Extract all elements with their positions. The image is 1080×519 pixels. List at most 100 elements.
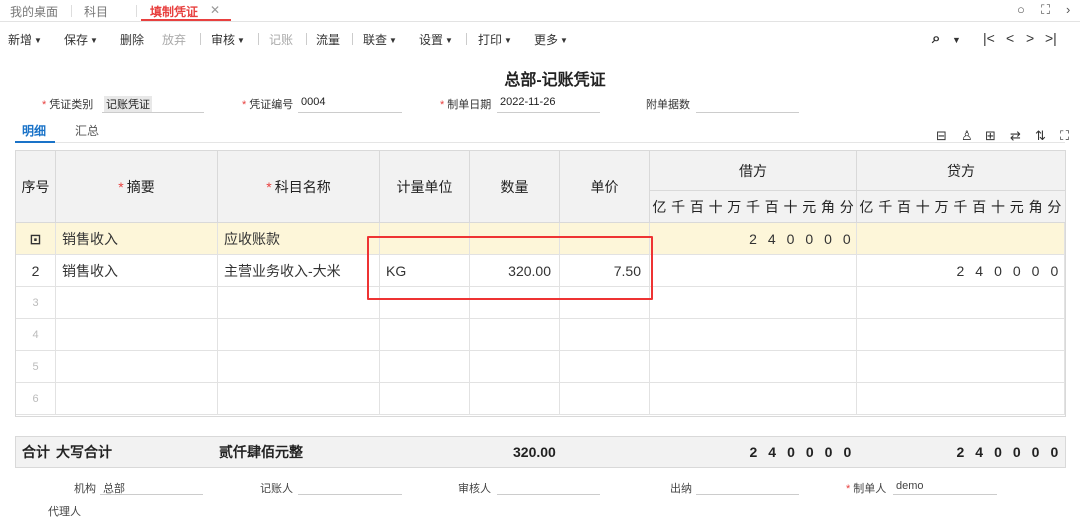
cell-account[interactable]	[218, 383, 380, 415]
cell-summary[interactable]	[56, 383, 218, 415]
voucher-type-input[interactable]: 记账凭证	[104, 96, 152, 112]
header-credit: 贷方	[857, 151, 1065, 191]
maker-value[interactable]: demo	[896, 480, 924, 492]
cell-debit[interactable]	[650, 287, 857, 319]
print-button[interactable]: 打印 ▼	[478, 31, 512, 48]
more-button[interactable]: 更多 ▼	[534, 31, 568, 48]
prev-page-icon[interactable]: <	[1006, 30, 1014, 46]
cell-account[interactable]: 应收账款	[218, 223, 380, 255]
cell-credit[interactable]	[857, 319, 1065, 351]
cell-debit[interactable]	[650, 319, 857, 351]
next-page-icon[interactable]: >	[1026, 30, 1034, 46]
cell-qty[interactable]	[470, 351, 560, 383]
cell-account[interactable]	[218, 287, 380, 319]
cell-credit[interactable]	[857, 383, 1065, 415]
voucher-date-input[interactable]: 2022-11-26	[500, 96, 555, 108]
cell-price[interactable]	[560, 383, 650, 415]
cell-debit[interactable]	[650, 383, 857, 415]
new-button[interactable]: 新增 ▼	[8, 31, 42, 48]
save-button[interactable]: 保存 ▼	[64, 31, 98, 48]
cell-debit[interactable]	[650, 255, 857, 287]
close-icon[interactable]: ✕	[210, 3, 220, 17]
table-row[interactable]: 4	[16, 319, 1065, 351]
flow-button[interactable]: 流量	[316, 31, 340, 48]
debit-digit-header: 元	[802, 198, 817, 215]
cell-seq[interactable]: 5	[16, 351, 56, 383]
search-icon[interactable]: ○	[1017, 2, 1025, 17]
amount-digit: 0	[824, 231, 832, 247]
delete-button[interactable]: 删除	[120, 31, 144, 48]
cell-price[interactable]	[560, 351, 650, 383]
audit-button[interactable]: 审核 ▼	[211, 31, 245, 48]
query-button[interactable]: 联查 ▼	[363, 31, 397, 48]
total-qty: 320.00	[513, 444, 556, 460]
cell-credit[interactable]	[857, 223, 1065, 255]
field-underline	[298, 494, 402, 495]
cell-debit[interactable]	[650, 351, 857, 383]
cell-account[interactable]: 主营业务收入-大米	[218, 255, 380, 287]
header-price: 单价	[560, 151, 650, 223]
tab-desktop[interactable]: 我的桌面	[10, 3, 58, 20]
cell-seq[interactable]: 2	[16, 255, 56, 287]
chevron-down-icon: ▼	[34, 36, 42, 45]
amount-digit: 0	[842, 231, 851, 247]
cell-credit[interactable]	[857, 287, 1065, 319]
voucher-number-input[interactable]: 0004	[301, 96, 325, 108]
adjust-icon[interactable]: ⇅	[1035, 128, 1046, 144]
cell-seq[interactable]: 4	[16, 319, 56, 351]
cell-unit[interactable]	[380, 383, 470, 415]
org-label: 机构	[74, 483, 96, 495]
expand-icon[interactable]: ⛶	[1060, 128, 1069, 144]
chevron-right-icon[interactable]: ›	[1066, 2, 1070, 17]
cell-summary[interactable]: 销售收入	[56, 255, 218, 287]
cell-debit[interactable]: 240000	[650, 223, 857, 255]
cell-credit[interactable]	[857, 351, 1065, 383]
cell-qty[interactable]	[470, 319, 560, 351]
tab-detail[interactable]: 明细	[22, 122, 46, 139]
tab-voucher-entry[interactable]: 填制凭证	[150, 3, 198, 20]
header-debit: 借方	[650, 151, 857, 191]
cell-account[interactable]	[218, 319, 380, 351]
active-tab-indicator	[141, 19, 231, 21]
tab-summary[interactable]: 汇总	[75, 122, 99, 139]
cell-summary[interactable]	[56, 319, 218, 351]
fullscreen-icon[interactable]: ⛶	[1041, 2, 1050, 18]
new-label: 新增	[8, 33, 33, 47]
table-row[interactable]: 6	[16, 383, 1065, 415]
amount-digit: 0	[994, 263, 1002, 279]
cell-qty[interactable]	[470, 383, 560, 415]
cell-seq[interactable]: 6	[16, 383, 56, 415]
cell-summary[interactable]	[56, 351, 218, 383]
cell-seq[interactable]: 3	[16, 287, 56, 319]
tab-accounts[interactable]: 科目	[84, 3, 108, 20]
active-subtab-indicator	[15, 141, 55, 143]
debit-digit-header: 十	[783, 198, 798, 215]
chevron-down-icon: ▼	[560, 36, 568, 45]
cell-unit[interactable]	[380, 319, 470, 351]
cell-price[interactable]	[560, 319, 650, 351]
search-icon[interactable]: ⌕	[932, 30, 940, 47]
tab-separator	[71, 5, 72, 17]
cell-account[interactable]	[218, 351, 380, 383]
print-label: 打印	[478, 33, 503, 47]
chevron-down-icon[interactable]: ▼	[952, 35, 961, 45]
cell-summary[interactable]: 销售收入	[56, 223, 218, 255]
totals-row: 合计 大写合计 贰仟肆佰元整 320.00 240000 240000	[15, 436, 1066, 468]
first-page-icon[interactable]: |<	[983, 30, 995, 46]
credit-digit-header: 元	[1009, 198, 1024, 215]
table-row[interactable]: 5	[16, 351, 1065, 383]
cell-summary[interactable]	[56, 287, 218, 319]
settings-button[interactable]: 设置 ▼	[419, 31, 453, 48]
swap-icon[interactable]: ⇄	[1010, 128, 1021, 144]
debit-digit-header: 百	[689, 198, 704, 215]
cell-seq[interactable]: ⊡	[16, 223, 56, 255]
split-icon[interactable]: ⊞	[985, 128, 996, 144]
insert-row-icon[interactable]: ⊟	[936, 128, 947, 144]
post-button[interactable]: 记账	[269, 31, 293, 48]
last-page-icon[interactable]: >|	[1045, 30, 1057, 46]
voucher-date-label-text: 制单日期	[447, 99, 492, 111]
stamp-icon[interactable]: ♙	[961, 128, 973, 144]
cell-credit[interactable]: 240000	[857, 255, 1065, 287]
cell-unit[interactable]	[380, 351, 470, 383]
abandon-button[interactable]: 放弃	[162, 31, 186, 48]
